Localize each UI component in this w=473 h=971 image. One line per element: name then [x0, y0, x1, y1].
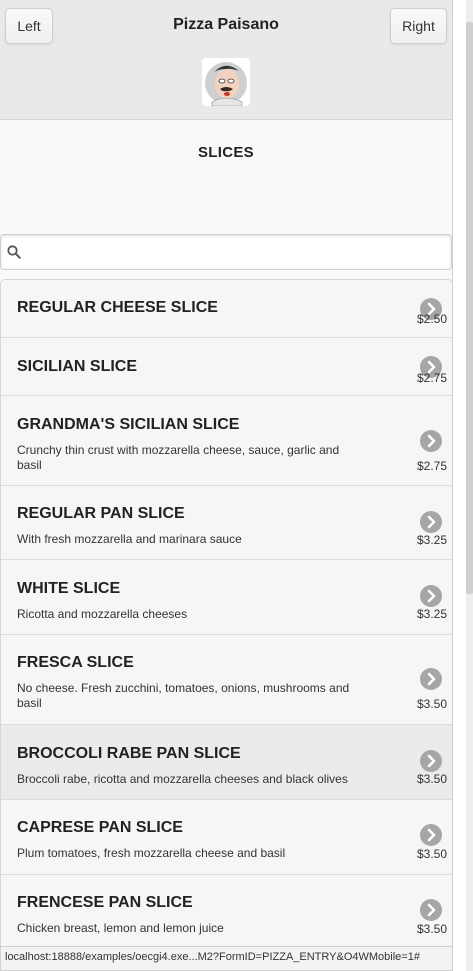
- list-item[interactable]: CAPRESE PAN SLICE Plum tomatoes, fresh m…: [1, 800, 452, 875]
- item-price: $2.75: [416, 459, 447, 473]
- chef-logo: [202, 58, 250, 106]
- list-item[interactable]: FRESCA SLICE No cheese. Fresh zucchini, …: [1, 635, 452, 725]
- list-item[interactable]: BROCCOLI RABE PAN SLICE Broccoli rabe, r…: [1, 725, 452, 800]
- item-description: Broccoli rabe, ricotta and mozzarella ch…: [17, 772, 348, 786]
- chevron-right-icon[interactable]: [420, 668, 442, 690]
- item-price: $3.25: [416, 607, 447, 621]
- app-page: Left Pizza Paisano Right SLICES REGULAR …: [0, 0, 453, 971]
- scrollbar-thumb[interactable]: [466, 22, 473, 594]
- item-price: $3.25: [416, 533, 447, 547]
- chevron-right-icon[interactable]: [420, 899, 442, 921]
- item-price: $3.50: [416, 922, 447, 936]
- chevron-right-icon[interactable]: [420, 750, 442, 772]
- item-name: REGULAR PAN SLICE: [17, 505, 185, 522]
- item-description: No cheese. Fresh zucchini, tomatoes, oni…: [17, 681, 350, 710]
- header-bar: Left Pizza Paisano Right: [0, 0, 452, 120]
- list-item[interactable]: REGULAR PAN SLICE With fresh mozzarella …: [1, 486, 452, 560]
- chevron-right-icon[interactable]: [420, 430, 442, 452]
- item-description: Chicken breast, lemon and lemon juice: [17, 921, 224, 935]
- item-price: $3.50: [416, 772, 447, 786]
- search-icon: [7, 245, 21, 259]
- list-item[interactable]: FRENCESE PAN SLICE Chicken breast, lemon…: [1, 875, 452, 953]
- page-title: Pizza Paisano: [173, 16, 279, 33]
- chevron-right-icon[interactable]: [420, 511, 442, 533]
- list-item[interactable]: SICILIAN SLICE $2.75: [1, 338, 452, 396]
- item-description: Ricotta and mozzarella cheeses: [17, 607, 188, 621]
- item-name: SICILIAN SLICE: [17, 358, 138, 375]
- chevron-right-icon[interactable]: [420, 585, 442, 607]
- item-name: CAPRESE PAN SLICE: [17, 819, 183, 836]
- chevron-right-icon[interactable]: [420, 824, 442, 846]
- item-name: WHITE SLICE: [17, 580, 121, 597]
- item-description: Crunchy thin crust with mozzarella chees…: [17, 443, 340, 472]
- list-item[interactable]: GRANDMA'S SICILIAN SLICE Crunchy thin cr…: [1, 396, 452, 486]
- list-item[interactable]: REGULAR CHEESE SLICE $2.50: [1, 280, 452, 338]
- item-price: $3.50: [416, 847, 447, 861]
- search-field[interactable]: [0, 234, 452, 270]
- search-input[interactable]: [25, 238, 449, 266]
- section-title: SLICES: [198, 144, 254, 161]
- item-name: GRANDMA'S SICILIAN SLICE: [17, 416, 240, 433]
- item-description: With fresh mozzarella and marinara sauce: [17, 532, 242, 546]
- item-name: FRENCESE PAN SLICE: [17, 894, 193, 911]
- item-name: FRESCA SLICE: [17, 654, 134, 671]
- item-price: $3.50: [416, 697, 447, 711]
- item-name: BROCCOLI RABE PAN SLICE: [17, 745, 241, 762]
- item-price: $2.75: [416, 371, 447, 385]
- status-bar-url: localhost:18888/examples/oecgi4.exe...M2…: [0, 946, 452, 971]
- item-name: REGULAR CHEESE SLICE: [17, 299, 218, 316]
- section-header: SLICES: [0, 120, 452, 232]
- list-item[interactable]: WHITE SLICE Ricotta and mozzarella chees…: [1, 560, 452, 635]
- item-description: Plum tomatoes, fresh mozzarella cheese a…: [17, 846, 286, 860]
- page-scrollbar[interactable]: [466, 0, 473, 971]
- item-price: $2.50: [416, 312, 447, 326]
- menu-list: REGULAR CHEESE SLICE $2.50 SICILIAN SLIC…: [0, 279, 452, 954]
- right-button[interactable]: Right: [390, 8, 447, 44]
